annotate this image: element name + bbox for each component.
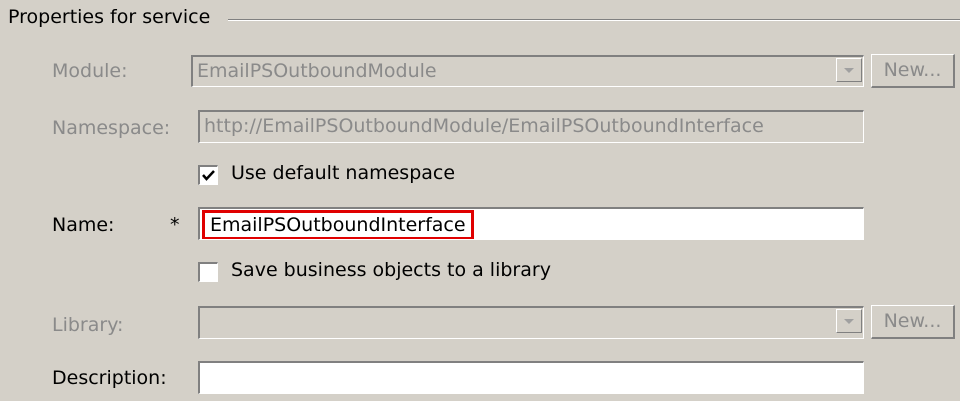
name-label: Name: [52,214,115,236]
group-title: Properties for service [8,6,217,28]
description-input[interactable] [198,361,864,394]
module-combo[interactable]: EmailPSOutboundModule [191,55,864,87]
module-dropdown-arrow-icon[interactable] [836,58,862,82]
save-business-objects-checkbox[interactable] [198,262,218,282]
group-divider [228,19,960,21]
module-new-button[interactable]: New... [871,54,955,88]
checkmark-icon [202,170,215,181]
namespace-label: Namespace: [52,117,171,139]
description-label: Description: [52,367,167,389]
name-value: EmailPSOutboundInterface [202,210,474,239]
library-combo[interactable] [198,306,864,339]
module-value: EmailPSOutboundModule [197,60,437,82]
library-dropdown-arrow-icon[interactable] [836,309,862,333]
required-marker: * [170,214,180,236]
save-business-objects-label: Save business objects to a library [231,259,551,281]
use-default-namespace-checkbox[interactable] [198,165,218,185]
use-default-namespace-label: Use default namespace [231,162,456,184]
module-label: Module: [52,60,128,82]
namespace-field[interactable]: http://EmailPSOutboundModule/EmailPSOutb… [198,110,864,143]
name-input[interactable]: EmailPSOutboundInterface [198,207,864,240]
library-label: Library: [52,314,124,336]
library-new-button[interactable]: New... [871,305,955,339]
